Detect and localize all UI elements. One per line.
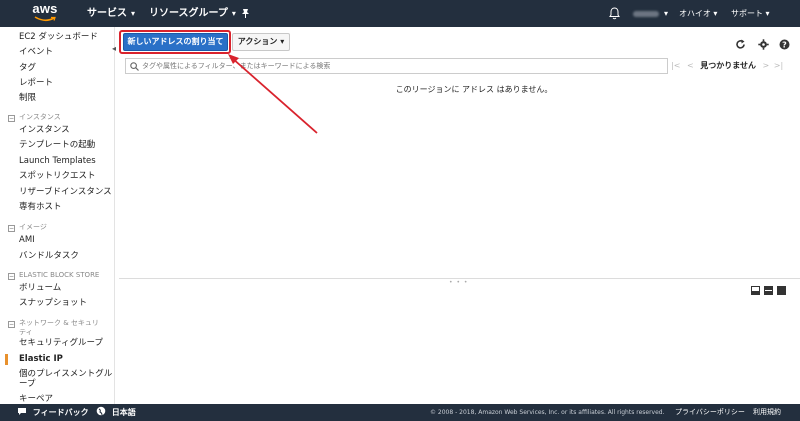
support-menu[interactable]: サポート ▾	[731, 0, 770, 27]
copyright-text: © 2008 - 2018, Amazon Web Services, Inc.…	[430, 409, 665, 416]
sidebar-item-launch-template-ja[interactable]: テンプレートの起動	[19, 140, 95, 151]
actions-dropdown-button[interactable]: アクション ▾	[232, 33, 290, 51]
empty-table-message: このリージョンに アドレス はありません。	[395, 85, 553, 94]
sidebar-navigation: EC2 ダッシュボード イベント タグ レポート 制限 − インスタンス インスタ…	[0, 27, 115, 404]
terms-of-use-link[interactable]: 利用規約	[753, 404, 781, 421]
layout-split-middle-icon[interactable]	[764, 286, 773, 295]
bell-icon[interactable]	[609, 7, 620, 20]
pagination-status: 見つかりません	[700, 61, 756, 70]
collapse-minus-icon: −	[8, 321, 15, 328]
sidebar-section-network-security-cont: ティ	[19, 328, 33, 336]
pagination: |< < 見つかりません > >|	[671, 58, 783, 74]
privacy-policy-link[interactable]: プライバシーポリシー	[675, 404, 745, 421]
svg-text:?: ?	[782, 40, 787, 49]
sidebar-section-ebs[interactable]: − ELASTIC BLOCK STORE	[8, 270, 99, 280]
chevron-down-icon: ▾	[280, 37, 285, 46]
layout-split-top-icon[interactable]	[751, 286, 760, 295]
search-icon	[130, 62, 139, 71]
filter-search-bar[interactable]	[125, 58, 668, 74]
chevron-down-icon: ▾	[713, 9, 718, 18]
sidebar-item-key-pairs[interactable]: キーペア	[19, 394, 53, 404]
sidebar-section-instances[interactable]: − インスタンス	[8, 112, 61, 122]
sidebar-item-reserved-instances[interactable]: リザーブドインスタンス	[19, 187, 112, 198]
speech-bubble-icon	[18, 408, 26, 415]
refresh-icon[interactable]	[735, 39, 746, 50]
collapse-minus-icon: −	[8, 225, 15, 232]
sidebar-item-spot-requests[interactable]: スポットリクエスト	[19, 171, 96, 182]
resize-grip-handle[interactable]: • • •	[449, 279, 468, 286]
first-page-button[interactable]: |<	[671, 61, 680, 70]
chevron-down-icon: ▾	[131, 9, 136, 18]
sidebar-item-bundle-tasks[interactable]: バンドルタスク	[19, 251, 79, 262]
sidebar-collapse-toggle[interactable]: ◂	[109, 42, 119, 56]
gear-icon[interactable]	[758, 39, 769, 50]
last-page-button[interactable]: >|	[774, 61, 783, 70]
sidebar-item-tags[interactable]: タグ	[19, 63, 36, 74]
collapse-minus-icon: −	[8, 273, 15, 280]
layout-full-icon[interactable]	[777, 286, 786, 295]
services-menu[interactable]: サービス ▾	[87, 0, 135, 27]
language-selector[interactable]: 日本語	[96, 404, 136, 421]
account-name-redacted[interactable]	[633, 11, 659, 17]
prev-page-button[interactable]: <	[687, 61, 694, 70]
sidebar-item-volumes[interactable]: ボリューム	[19, 283, 61, 294]
sidebar-item-limits[interactable]: 制限	[19, 93, 36, 104]
filter-search-input[interactable]	[142, 60, 662, 72]
feedback-link[interactable]: フィードバック	[17, 404, 89, 421]
collapse-minus-icon: −	[8, 115, 15, 122]
sidebar-item-security-groups[interactable]: セキュリティグループ	[19, 338, 103, 349]
region-menu[interactable]: オハイオ ▾	[679, 0, 717, 27]
chevron-down-icon: ▾	[765, 9, 770, 18]
main-content: 新しいアドレスの割り当て アクション ▾ ? |< < 見つかりません > >|…	[119, 27, 800, 404]
sidebar-item-ami[interactable]: AMI	[19, 235, 35, 246]
aws-smile-icon	[34, 16, 56, 22]
account-chevron-down-icon[interactable]: ▾	[664, 0, 668, 27]
active-item-marker	[5, 354, 8, 365]
sidebar-item-dedicated-hosts[interactable]: 専有ホスト	[19, 202, 62, 213]
next-page-button[interactable]: >	[763, 61, 770, 70]
sidebar-item-reports[interactable]: レポート	[19, 78, 53, 89]
sidebar-item-launch-templates[interactable]: Launch Templates	[19, 156, 96, 167]
resource-groups-menu[interactable]: リソースグループ ▾	[149, 0, 236, 27]
sidebar-section-images[interactable]: − イメージ	[8, 222, 47, 232]
top-navigation-bar: aws サービス ▾ リソースグループ ▾ ▾ オハイオ ▾ サポート ▾	[0, 0, 800, 27]
highlight-annotation-box	[119, 30, 231, 54]
sidebar-item-placement-groups-cont[interactable]: ープ	[19, 379, 36, 390]
footer-bar: フィードバック 日本語 © 2008 - 2018, Amazon Web Se…	[0, 404, 800, 421]
sidebar-item-events[interactable]: イベント	[19, 47, 53, 58]
sidebar-item-ec2-dashboard[interactable]: EC2 ダッシュボード	[19, 32, 98, 43]
sidebar-item-instances[interactable]: インスタンス	[19, 125, 70, 136]
chevron-down-icon: ▾	[231, 9, 236, 18]
aws-logo[interactable]: aws	[30, 1, 60, 25]
help-icon[interactable]: ?	[779, 39, 790, 50]
pin-icon[interactable]	[240, 8, 251, 19]
sidebar-item-snapshots[interactable]: スナップショット	[19, 298, 87, 309]
globe-icon	[96, 406, 106, 416]
sidebar-item-elastic-ip[interactable]: Elastic IP	[19, 354, 63, 365]
